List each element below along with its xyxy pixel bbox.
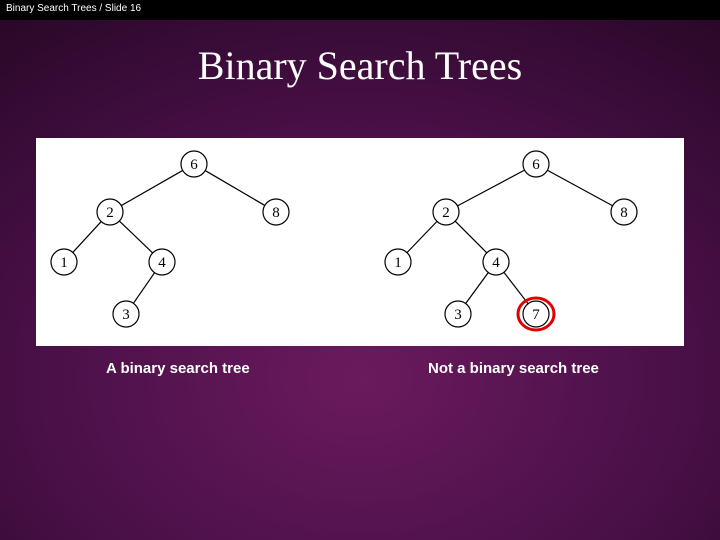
caption-left: A binary search tree <box>106 360 250 377</box>
tree-edge <box>457 170 524 206</box>
tree-node-label: 4 <box>492 255 500 271</box>
tree-edge <box>133 273 154 304</box>
tree-edge <box>205 171 265 206</box>
tree-node-label: 8 <box>620 205 628 221</box>
trees-figure: 6281436281437 <box>36 138 684 346</box>
tree-node-label: 3 <box>454 307 462 323</box>
tree-edge <box>504 272 528 303</box>
tree-node-label: 4 <box>158 255 166 271</box>
tree-edge <box>455 221 487 253</box>
tree-edge <box>119 221 152 253</box>
tree-node-label: 6 <box>190 157 198 173</box>
slide-title: Binary Search Trees <box>0 42 720 89</box>
tree-edge <box>73 222 101 253</box>
tree-node-label: 2 <box>442 205 450 221</box>
tree-edge <box>466 272 489 303</box>
tree-edge <box>121 170 182 205</box>
tree-node-label: 7 <box>532 307 540 323</box>
tree-node-label: 1 <box>60 255 68 271</box>
breadcrumb: Binary Search Trees / Slide 16 <box>6 3 141 14</box>
tree-node-label: 6 <box>532 157 540 173</box>
tree-node-label: 2 <box>106 205 114 221</box>
tree-node-label: 1 <box>394 255 402 271</box>
slide: Binary Search Trees / Slide 16 Binary Se… <box>0 0 720 540</box>
tree-edge <box>547 170 612 206</box>
tree-node-label: 3 <box>122 307 130 323</box>
tree-node-label: 8 <box>272 205 280 221</box>
breadcrumb-bar: Binary Search Trees / Slide 16 <box>0 0 720 20</box>
caption-right: Not a binary search tree <box>428 360 599 377</box>
tree-edge <box>407 221 437 252</box>
